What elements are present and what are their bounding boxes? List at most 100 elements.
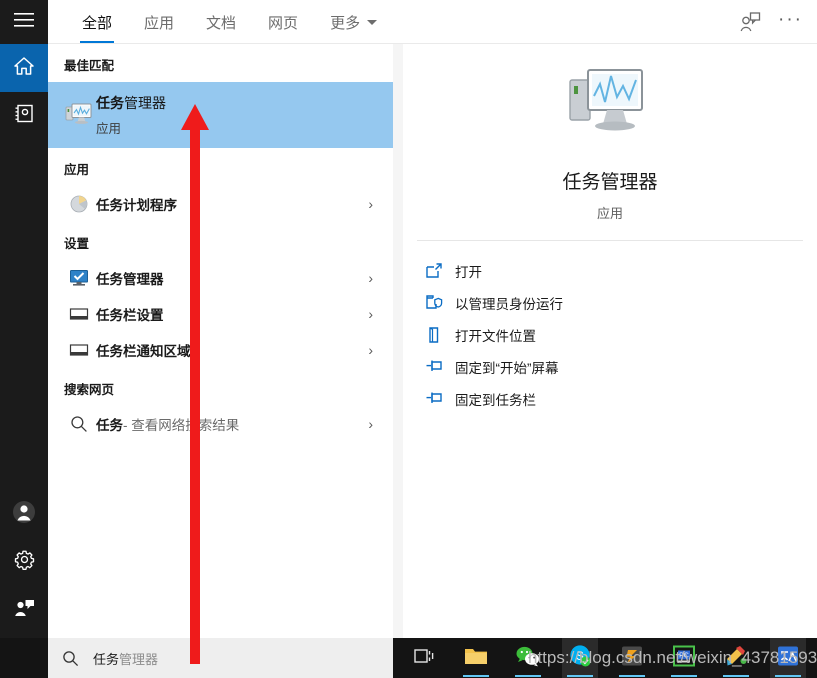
preview-gutter [393, 44, 403, 638]
tab-all[interactable]: 全部 [66, 0, 128, 44]
paint-icon [724, 645, 748, 672]
hamburger-icon [14, 12, 34, 32]
section-header-apps: 应用 [64, 163, 90, 177]
feedback-button[interactable] [738, 11, 762, 33]
chevron-right-icon[interactable]: › [368, 197, 383, 211]
taskbar-item-paint[interactable] [718, 638, 754, 678]
settings-monitor-icon [62, 269, 96, 287]
result-item-label: 任务 栏通知区域 [96, 340, 191, 360]
result-label-bold: 任务 [96, 344, 123, 359]
result-item-taskbar-settings[interactable]: 任务 栏设置 › [48, 296, 393, 332]
search-icon [62, 415, 96, 433]
sidebar-item-feedback[interactable] [0, 586, 48, 634]
chevron-right-icon[interactable]: › [368, 271, 383, 285]
svg-text:PC: PC [679, 652, 689, 659]
result-label-rest: 管理器 [123, 272, 164, 287]
task-view-icon [413, 647, 435, 670]
task-scheduler-icon [62, 194, 96, 214]
result-label-bold: 任务 [96, 418, 123, 433]
running-indicator [619, 675, 645, 677]
search-suggestion-text: 管理器 [119, 651, 159, 667]
task-manager-icon [564, 62, 656, 151]
action-pin-to-taskbar[interactable]: 固定到任务栏 [403, 383, 817, 415]
overflow-menu-button[interactable]: ··· [778, 10, 803, 35]
running-indicator [775, 675, 801, 677]
section-header-settings: 设置 [64, 237, 90, 251]
tab-apps[interactable]: 应用 [128, 0, 190, 44]
annotation-arrow [178, 104, 212, 664]
best-match-text: 任务管理器 应用 [96, 93, 166, 137]
running-indicator [567, 675, 593, 677]
folder-icon [463, 645, 489, 672]
chevron-right-icon[interactable]: › [368, 343, 383, 357]
tab-all-label: 全部 [82, 14, 113, 32]
result-label-bold: 任务 [96, 308, 123, 323]
action-pin-to-start[interactable]: 固定到“开始”屏幕 [403, 351, 817, 383]
pc-icon: PC [672, 645, 696, 672]
header-actions: ··· [738, 0, 817, 44]
task-manager-icon [62, 101, 96, 129]
tab-documents[interactable]: 文档 [190, 0, 252, 44]
search-input[interactable]: 任务管理器 [93, 649, 158, 668]
taskbar-icon [62, 342, 96, 358]
results-list: 最佳匹配 任务管理器 应用 应用 任务 计划程序 › 设置 任务 管理器 › 任… [48, 44, 393, 638]
result-item-web-search[interactable]: 任务 - 查看网络搜索结果 › [48, 406, 393, 442]
preview-pane: 任务管理器 应用 打开 以管理员身份运行 打开文件位置 固定到“开始”屏幕 固定… [393, 44, 817, 638]
search-icon [62, 650, 79, 667]
result-label-rest: 计划程序 [123, 198, 177, 213]
action-open-file-location[interactable]: 打开文件位置 [403, 319, 817, 351]
preview-content: 任务管理器 应用 打开 以管理员身份运行 打开文件位置 固定到“开始”屏幕 固定… [403, 44, 817, 638]
tab-more[interactable]: 更多 [314, 0, 393, 44]
chevron-right-icon[interactable]: › [368, 417, 383, 431]
result-label-rest: 栏设置 [123, 308, 164, 323]
tab-web-label: 网页 [268, 14, 299, 32]
taskbar-item-file-explorer[interactable] [458, 638, 494, 678]
action-label: 固定到“开始”屏幕 [455, 361, 559, 376]
running-indicator [723, 675, 749, 677]
sidebar-item-notebook[interactable] [0, 92, 48, 140]
taskbar-item-wechat[interactable] [510, 638, 546, 678]
best-match-title-rest: 管理器 [124, 95, 166, 111]
taskbar-item-pc-manager[interactable]: PC [666, 638, 702, 678]
result-best-match-task-manager[interactable]: 任务管理器 应用 [48, 82, 393, 148]
search-flyout-window: 全部 应用 文档 网页 更多 ··· 最佳匹配 任务管理器 应用 应用 任务 计… [0, 0, 817, 678]
sidebar-item-account[interactable] [0, 490, 48, 538]
section-header-web-search: 搜索网页 [64, 383, 115, 397]
taskbar-item-skype[interactable]: S [562, 638, 598, 678]
running-indicator [515, 675, 541, 677]
result-item-taskbar-notification-area[interactable]: 任务 栏通知区域 › [48, 332, 393, 368]
chevron-down-icon [367, 19, 378, 25]
result-item-label: 任务 - 查看网络搜索结果 [96, 414, 239, 434]
pin-icon [425, 391, 455, 407]
action-label: 固定到任务栏 [455, 393, 536, 408]
tab-apps-label: 应用 [144, 14, 175, 32]
preview-app-name: 任务管理器 [562, 172, 658, 193]
action-open[interactable]: 打开 [403, 255, 817, 287]
taskbar-item-task-view[interactable] [406, 638, 442, 678]
taskbar-icon [62, 306, 96, 322]
pin-icon [425, 359, 455, 375]
search-box[interactable]: 任务管理器 [48, 638, 393, 678]
best-match-title-bold: 任务 [96, 95, 124, 111]
editor-icon [620, 645, 644, 672]
taskbar-item-editor[interactable] [614, 638, 650, 678]
tab-web[interactable]: 网页 [252, 0, 314, 44]
result-item-task-manager-setting[interactable]: 任务 管理器 › [48, 260, 393, 296]
taskbar-item-translate[interactable] [770, 638, 806, 678]
header-bar: 全部 应用 文档 网页 更多 ··· [48, 0, 817, 44]
sidebar-item-home[interactable] [0, 44, 48, 92]
action-run-as-administrator[interactable]: 以管理员身份运行 [403, 287, 817, 319]
result-item-label: 任务 计划程序 [96, 194, 177, 214]
tab-strip: 全部 应用 文档 网页 更多 [48, 0, 393, 44]
chevron-right-icon[interactable]: › [368, 307, 383, 321]
preview-actions: 打开 以管理员身份运行 打开文件位置 固定到“开始”屏幕 固定到任务栏 [403, 241, 817, 415]
sidebar-item-settings[interactable] [0, 538, 48, 586]
hamburger-menu-button[interactable] [0, 0, 48, 44]
shield-run-icon [425, 294, 455, 312]
result-item-task-scheduler[interactable]: 任务 计划程序 › [48, 186, 393, 222]
left-rail [0, 0, 48, 678]
notebook-icon [14, 103, 35, 129]
account-icon [11, 499, 37, 530]
skype-icon: S [568, 644, 592, 673]
action-label: 以管理员身份运行 [455, 297, 563, 312]
